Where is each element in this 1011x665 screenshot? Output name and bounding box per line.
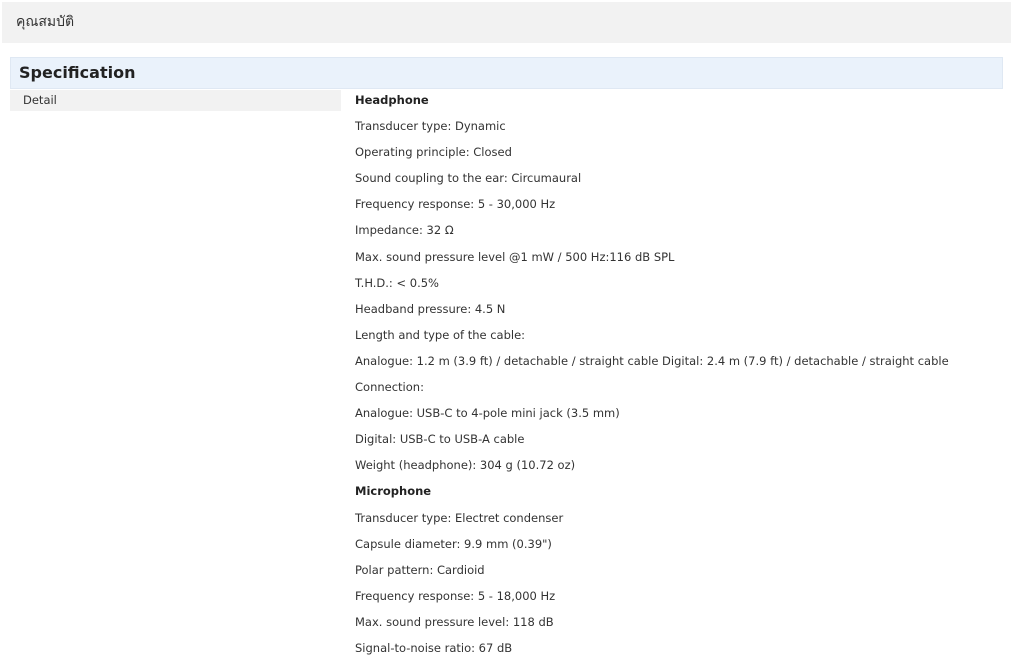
spec-line: Length and type of the cable: [355,327,526,342]
properties-tab-title: คุณสมบัติ [16,14,75,30]
spec-line: Frequency response: 5 - 18,000 Hz [355,588,556,603]
spec-line: Connection: [355,380,424,395]
spec-line: Digital: USB-C to USB-A cable [355,432,525,447]
spec-line: Capsule diameter: 9.9 mm (0.39") [355,536,552,551]
spec-line: Polar pattern: Cardioid [355,562,485,577]
spec-line: Frequency response: 5 - 30,000 Hz [355,197,556,212]
spec-line: Signal-to-noise ratio: 67 dB [355,640,513,655]
spec-line: Impedance: 32 Ω [355,223,454,238]
specification-title: Specification [19,63,136,82]
spec-line: Max. sound pressure level @1 mW / 500 Hz… [355,249,675,264]
spec-line: Analogue: 1.2 m (3.9 ft) / detachable / … [355,353,949,368]
spec-line: Transducer type: Electret condenser [355,510,564,525]
spec-line: T.H.D.: < 0.5% [355,275,439,290]
spec-detail-list: Headphone Transducer type: Dynamic Operati… [355,90,995,664]
spec-line: Headband pressure: 4.5 N [355,301,506,316]
detail-label-text: Detail [23,93,57,107]
spec-line: Weight (headphone): 304 g (10.72 oz) [355,458,576,473]
spec-group-heading: Microphone [355,484,432,499]
spec-line: Transducer type: Dynamic [355,119,506,134]
spec-line: Sound coupling to the ear: Circumaural [355,171,582,186]
specification-section-header: Specification [10,57,1003,89]
detail-row-label: Detail [10,90,341,111]
spec-line: Operating principle: Closed [355,145,512,160]
properties-tab-header[interactable]: คุณสมบัติ [2,2,1011,43]
spec-group-heading: Headphone [355,93,429,107]
spec-line: Analogue: USB-C to 4-pole mini jack (3.5… [355,406,620,421]
product-spec-page: คุณสมบัติ Specification Detail Headphone… [0,0,1011,665]
spec-line: Max. sound pressure level: 118 dB [355,614,554,629]
